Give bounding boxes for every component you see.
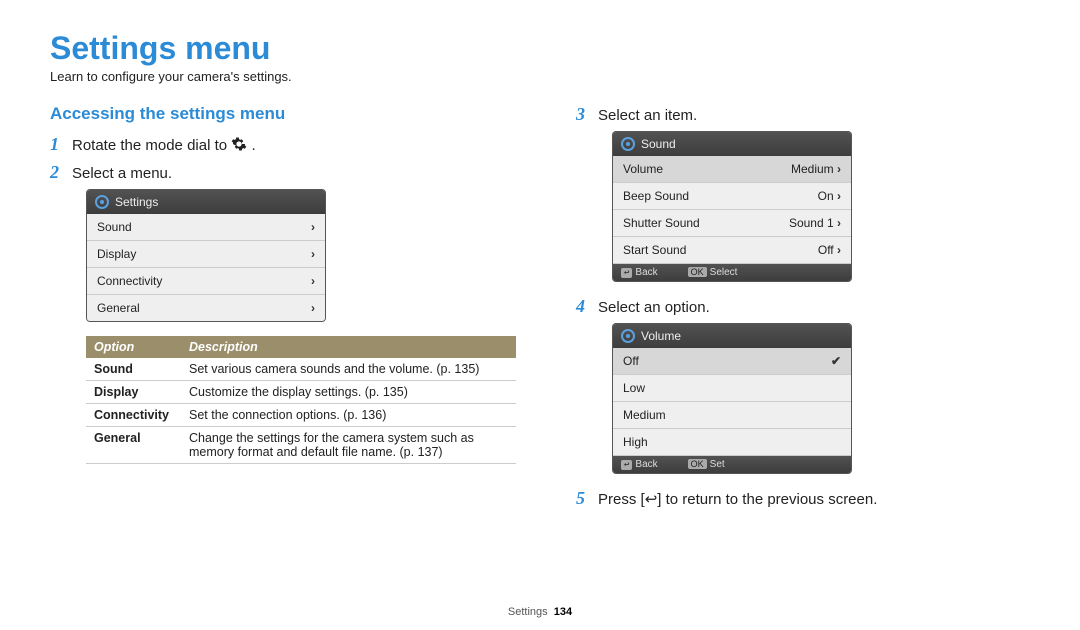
table-header-description: Description bbox=[181, 336, 516, 358]
check-icon: ✔ bbox=[831, 354, 841, 368]
options-table: Option Description Sound Set various cam… bbox=[86, 336, 516, 464]
row-value: Medium bbox=[791, 162, 834, 176]
step-number: 3 bbox=[576, 104, 598, 125]
return-icon: ↩ bbox=[621, 268, 632, 278]
footer-back: Back bbox=[635, 267, 657, 278]
menu-row-connectivity[interactable]: Connectivity › bbox=[87, 268, 325, 295]
step-5-text-post: ] to return to the previous screen. bbox=[657, 491, 877, 508]
option-name: Sound bbox=[86, 358, 181, 381]
step-number: 5 bbox=[576, 488, 598, 509]
volume-row-medium[interactable]: Medium bbox=[613, 402, 851, 429]
table-row: Display Customize the display settings. … bbox=[86, 381, 516, 404]
option-name: Display bbox=[86, 381, 181, 404]
menu-label: Connectivity bbox=[97, 274, 162, 288]
camera-screen-volume: Volume Off ✔ Low Medium High ↩Back OKSet bbox=[612, 323, 852, 474]
chevron-right-icon: › bbox=[837, 189, 841, 203]
option-desc: Set the connection options. (p. 136) bbox=[181, 404, 516, 427]
row-label: High bbox=[623, 435, 648, 449]
chevron-right-icon: › bbox=[311, 220, 315, 234]
step-3-text: Select an item. bbox=[598, 107, 697, 124]
step-2-text: Select a menu. bbox=[72, 165, 172, 182]
row-label: Start Sound bbox=[623, 243, 686, 257]
row-label: Beep Sound bbox=[623, 189, 689, 203]
row-label: Off bbox=[623, 354, 639, 368]
step-4-text: Select an option. bbox=[598, 299, 710, 316]
menu-row-general[interactable]: General › bbox=[87, 295, 325, 321]
page-footer: Settings 134 bbox=[0, 606, 1080, 618]
step-1-text-pre: Rotate the mode dial to bbox=[72, 137, 231, 154]
ok-key-icon: OK bbox=[688, 459, 707, 469]
menu-label: Sound bbox=[97, 220, 132, 234]
table-row: Connectivity Set the connection options.… bbox=[86, 404, 516, 427]
chevron-right-icon: › bbox=[311, 274, 315, 288]
option-desc: Set various camera sounds and the volume… bbox=[181, 358, 516, 381]
step-number: 2 bbox=[50, 162, 72, 183]
sound-row-beep[interactable]: Beep Sound On › bbox=[613, 183, 851, 210]
chevron-right-icon: › bbox=[837, 162, 841, 176]
step-number: 4 bbox=[576, 296, 598, 317]
footer-back: Back bbox=[635, 459, 657, 470]
option-desc: Change the settings for the camera syste… bbox=[181, 427, 516, 464]
volume-row-high[interactable]: High bbox=[613, 429, 851, 456]
row-label: Low bbox=[623, 381, 645, 395]
chevron-right-icon: › bbox=[837, 216, 841, 230]
row-value: On bbox=[818, 189, 834, 203]
volume-row-off[interactable]: Off ✔ bbox=[613, 348, 851, 375]
row-label: Shutter Sound bbox=[623, 216, 700, 230]
volume-row-low[interactable]: Low bbox=[613, 375, 851, 402]
option-desc: Customize the display settings. (p. 135) bbox=[181, 381, 516, 404]
table-header-option: Option bbox=[86, 336, 181, 358]
chevron-right-icon: › bbox=[311, 247, 315, 261]
row-label: Medium bbox=[623, 408, 666, 422]
screen3-title: Volume bbox=[641, 329, 681, 343]
gear-icon bbox=[231, 136, 247, 156]
sound-row-shutter[interactable]: Shutter Sound Sound 1 › bbox=[613, 210, 851, 237]
step-5-text-pre: Press [ bbox=[598, 491, 645, 508]
return-icon: ↩ bbox=[645, 491, 658, 508]
screen1-title: Settings bbox=[115, 195, 158, 209]
page-title: Settings menu bbox=[50, 30, 1030, 67]
option-name: General bbox=[86, 427, 181, 464]
menu-row-sound[interactable]: Sound › bbox=[87, 214, 325, 241]
table-row: General Change the settings for the came… bbox=[86, 427, 516, 464]
sound-row-start[interactable]: Start Sound Off › bbox=[613, 237, 851, 264]
lens-icon bbox=[621, 137, 635, 151]
sound-row-volume[interactable]: Volume Medium › bbox=[613, 156, 851, 183]
lens-icon bbox=[95, 195, 109, 209]
menu-label: General bbox=[97, 301, 140, 315]
chevron-right-icon: › bbox=[311, 301, 315, 315]
footer-action: Select bbox=[710, 267, 738, 278]
step-1-text-post: . bbox=[251, 137, 255, 154]
camera-screen-sound: Sound Volume Medium › Beep Sound On › Sh… bbox=[612, 131, 852, 282]
return-icon: ↩ bbox=[621, 460, 632, 470]
footer-action: Set bbox=[710, 459, 725, 470]
row-value: Sound 1 bbox=[789, 216, 834, 230]
camera-screen-settings: Settings Sound › Display › Connectivity … bbox=[86, 189, 326, 322]
screen2-title: Sound bbox=[641, 137, 676, 151]
ok-key-icon: OK bbox=[688, 267, 707, 277]
footer-page-number: 134 bbox=[554, 606, 572, 618]
option-name: Connectivity bbox=[86, 404, 181, 427]
chevron-right-icon: › bbox=[837, 243, 841, 257]
step-number: 1 bbox=[50, 134, 72, 155]
lens-icon bbox=[621, 329, 635, 343]
table-row: Sound Set various camera sounds and the … bbox=[86, 358, 516, 381]
row-value: Off bbox=[818, 243, 834, 257]
section-heading: Accessing the settings menu bbox=[50, 104, 516, 124]
page-subtitle: Learn to configure your camera's setting… bbox=[50, 69, 1030, 84]
footer-section: Settings bbox=[508, 606, 548, 618]
row-label: Volume bbox=[623, 162, 663, 176]
menu-row-display[interactable]: Display › bbox=[87, 241, 325, 268]
menu-label: Display bbox=[97, 247, 136, 261]
